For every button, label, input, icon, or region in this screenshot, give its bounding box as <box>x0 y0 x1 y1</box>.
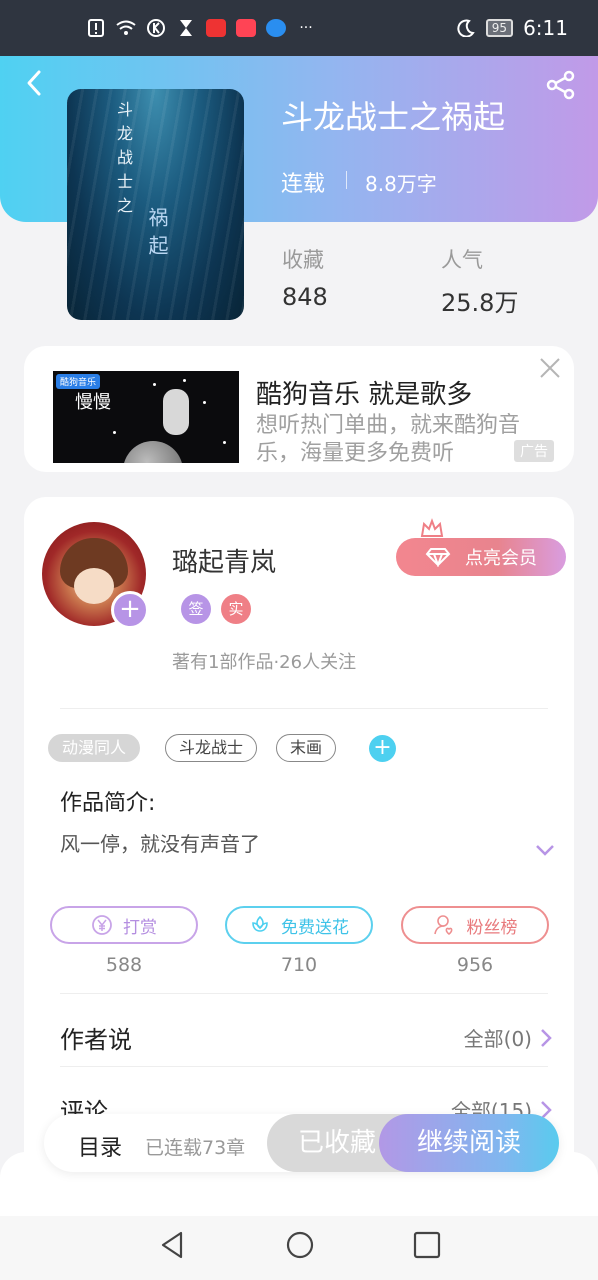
divider <box>60 1066 548 1067</box>
reward-button[interactable]: 打赏 <box>50 906 198 944</box>
chevron-right-icon <box>541 1028 552 1047</box>
share-icon <box>546 70 575 100</box>
fan-count: 956 <box>456 954 494 976</box>
status-bar: ··· 95 6:11 <box>0 0 598 56</box>
fan-ranking-label: 粉丝榜 <box>466 917 518 938</box>
k-app-icon <box>146 18 166 38</box>
reward-count: 588 <box>105 954 143 976</box>
vip-button-label: 点亮会员 <box>465 548 537 569</box>
intro-text: 风一停，就没有声音了 <box>60 832 260 856</box>
divider <box>60 993 548 994</box>
yen-icon <box>92 915 112 935</box>
continue-reading-button[interactable]: 继续阅读 <box>379 1114 559 1172</box>
ad-badge: 广告 <box>514 440 554 462</box>
flower-icon <box>252 915 268 932</box>
book-title: 斗龙战士之祸起 <box>281 98 506 136</box>
tag-chip[interactable]: 斗龙战士 <box>165 734 258 762</box>
author-info: 著有1部作品·26人关注 <box>172 652 357 673</box>
author-says-all-label: 全部(0) <box>463 1027 532 1051</box>
nav-back-icon[interactable] <box>157 1230 187 1260</box>
stat-value-favorites: 848 <box>282 283 328 311</box>
chapter-count: 已连载73章 <box>145 1137 246 1159</box>
ad-image: 酷狗音乐 慢慢 <box>53 371 239 463</box>
browser-app-icon <box>266 19 286 37</box>
add-tag-button[interactable]: + <box>369 735 396 762</box>
shopping-app-icon <box>206 19 226 37</box>
serial-status: 连载 <box>281 172 326 197</box>
wifi-icon <box>116 18 136 38</box>
diamond-icon <box>425 548 451 567</box>
ad-image-text: 慢慢 <box>75 392 111 413</box>
vip-button[interactable]: 点亮会员 <box>396 538 566 576</box>
moon-icon <box>456 18 476 38</box>
cover-title-top: 斗龙战士之 <box>114 101 133 221</box>
send-flower-label: 免费送花 <box>281 917 349 938</box>
cover-title-bottom: 祸起 <box>145 207 169 263</box>
ad-title: 酷狗音乐 就是歌多 <box>256 380 473 410</box>
ad-image-logo: 酷狗音乐 <box>56 374 101 389</box>
alert-icon <box>86 18 106 38</box>
close-icon[interactable] <box>538 356 562 380</box>
follow-author-button[interactable]: + <box>111 591 149 629</box>
divider <box>60 708 548 709</box>
intro-heading: 作品简介: <box>60 791 156 816</box>
nav-recents-icon[interactable] <box>412 1230 442 1260</box>
ad-banner[interactable]: 酷狗音乐 慢慢 酷狗音乐 就是歌多 想听热门单曲，就来酷狗音乐，海量更多免费听 … <box>24 346 574 472</box>
chevron-left-icon <box>27 70 41 96</box>
crown-icon <box>420 518 444 540</box>
book-cover[interactable]: 斗龙战士之 祸起 <box>67 89 244 320</box>
stat-value-popularity: 25.8万 <box>441 289 519 317</box>
author-says-title: 作者说 <box>60 1026 132 1054</box>
status-divider <box>346 171 347 189</box>
ad-description: 想听热门单曲，就来酷狗音乐，海量更多免费听 <box>256 413 521 466</box>
nav-home-icon[interactable] <box>285 1230 315 1260</box>
status-right: 95 6:11 <box>456 16 568 40</box>
back-button[interactable] <box>20 68 50 98</box>
reward-label: 打赏 <box>123 917 157 938</box>
send-flower-button[interactable]: 免费送花 <box>225 906 373 944</box>
battery-indicator: 95 <box>485 19 514 37</box>
chevron-down-icon[interactable] <box>534 842 556 858</box>
word-count: 8.8万字 <box>365 172 437 196</box>
mail-app-icon <box>236 19 256 37</box>
fan-icon <box>433 915 452 936</box>
tag-chip[interactable]: 末画 <box>276 734 337 762</box>
signed-badge: 签 <box>181 594 211 624</box>
hourglass-icon <box>176 18 196 38</box>
tag-chip[interactable]: 动漫同人 <box>48 734 141 762</box>
status-icons: ··· <box>86 18 316 38</box>
fan-ranking-button[interactable]: 粉丝榜 <box>401 906 549 944</box>
stat-label-popularity: 人气 <box>441 248 483 272</box>
clock: 6:11 <box>523 16 568 40</box>
verified-badge: 实 <box>221 594 251 624</box>
author-name[interactable]: 璐起青岚 <box>172 542 276 579</box>
author-says-all-link[interactable]: 全部(0) <box>464 1023 552 1052</box>
flower-count: 710 <box>280 954 318 976</box>
directory-button[interactable]: 目录 <box>78 1130 122 1162</box>
stat-label-favorites: 收藏 <box>282 248 324 272</box>
share-button[interactable] <box>546 70 576 100</box>
more-icon: ··· <box>299 20 313 36</box>
